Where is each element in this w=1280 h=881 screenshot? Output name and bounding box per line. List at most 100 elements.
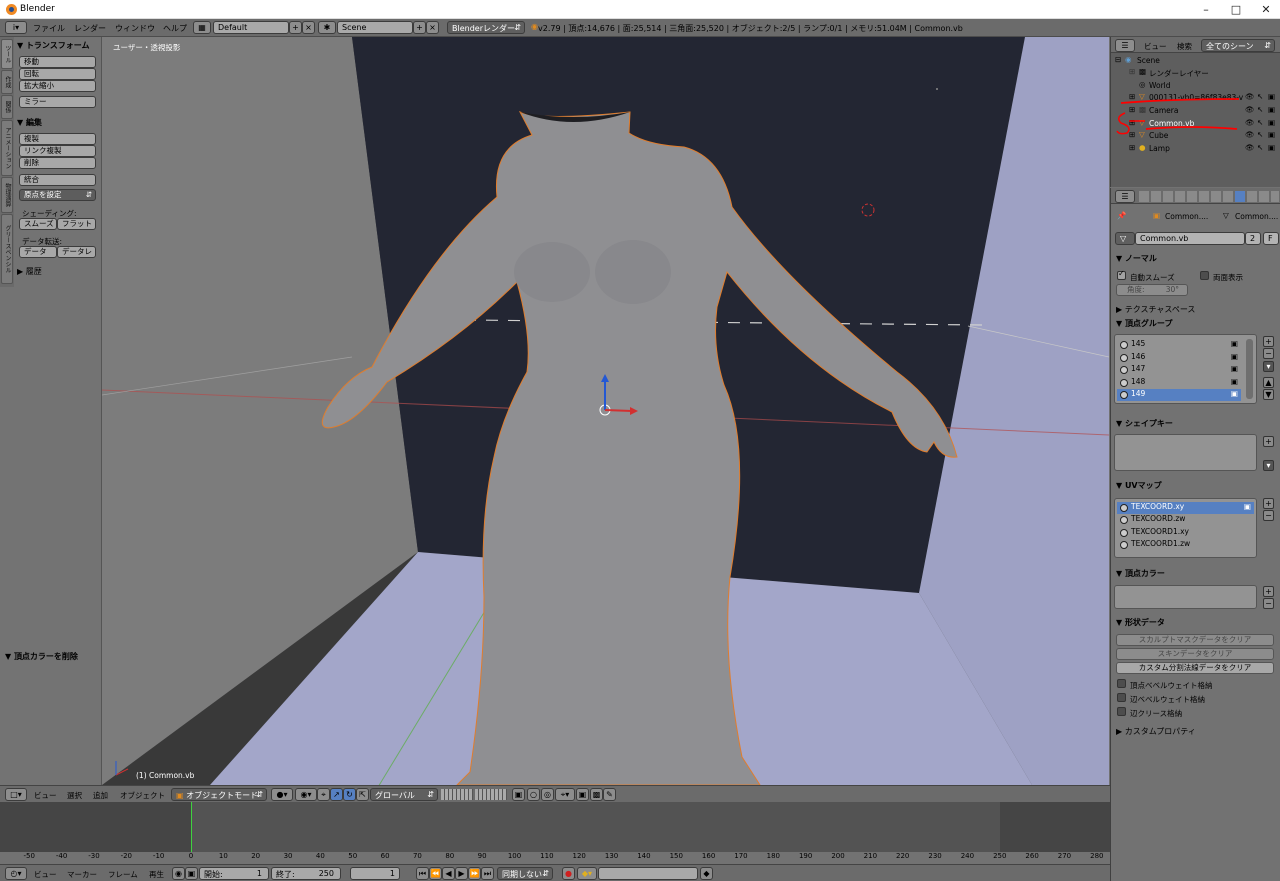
duplicate-linked-button[interactable]: リンク複製 (19, 145, 96, 157)
translate-button[interactable]: 移動 (19, 56, 96, 68)
lock-icon[interactable]: ▣ (1231, 389, 1238, 398)
menu-add[interactable]: 追加 (93, 790, 108, 801)
shape-key-specials-button[interactable]: ▾ (1263, 460, 1274, 471)
tab-grease-pencil[interactable]: グリースペンシル (1, 214, 13, 284)
outliner-row-cube[interactable]: ⊞ ▽ Cube 👁 ↖ ▣ (1111, 129, 1280, 141)
clear-skin-data-button[interactable]: スキンデータをクリア (1116, 648, 1274, 660)
render-camera-icon[interactable]: ▣ (1268, 118, 1275, 127)
screen-layout-icon[interactable]: ▦ (193, 21, 211, 34)
timeline-editor[interactable] (0, 802, 1110, 864)
properties-context-tabs[interactable] (1139, 191, 1279, 202)
lock-icon[interactable]: ▣ (1231, 339, 1238, 348)
outliner-search-menu[interactable]: 検索 (1177, 41, 1192, 52)
record-icon[interactable]: ● (562, 867, 575, 880)
outliner-row-000131[interactable]: ⊞ ▽ 000131-vb0=86f83e83-vs= 👁 ↖ ▣ (1111, 91, 1280, 103)
texture-space-panel-header[interactable]: ▶ テクスチャスペース (1116, 304, 1195, 315)
jump-end-icon[interactable]: ⏭ (481, 867, 494, 880)
tab-physics[interactable]: 物理演算 (1, 177, 13, 213)
menu-render[interactable]: レンダー (74, 23, 106, 34)
transform-panel-header[interactable]: ▼ トランスフォーム (17, 40, 90, 51)
vertex-groups-panel-header[interactable]: ▼ 頂点グループ (1116, 318, 1172, 329)
vertex-group-specials-button[interactable]: ▾ (1263, 361, 1274, 372)
clear-custom-normals-button[interactable]: カスタム分割法線データをクリア (1116, 662, 1274, 674)
outliner-view-menu[interactable]: ビュー (1144, 41, 1167, 52)
rotate-manipulator-icon[interactable]: ↻ (343, 788, 356, 801)
menu-frame[interactable]: フレーム (108, 869, 138, 880)
menu-help[interactable]: ヘルプ (163, 23, 187, 34)
viewport-shading-icon[interactable]: ●▾ (271, 788, 293, 801)
scale-manipulator-icon[interactable]: ⇱ (356, 788, 369, 801)
gizmo-x-arrow[interactable] (604, 409, 633, 412)
manipulator-toggle-icon[interactable]: ⌖ (317, 788, 330, 801)
3d-viewport[interactable]: ユーザー・透視投影 (1) Common.vb (102, 37, 1109, 785)
operator-panel-header[interactable]: ▼ 頂点カラーを削除 (5, 651, 78, 662)
properties-editor-icon[interactable]: ☰ (1115, 190, 1135, 203)
editor-type-3dview-icon[interactable]: □▾ (5, 788, 27, 801)
move-up-button[interactable]: ▲ (1263, 377, 1274, 388)
layer-buttons-1[interactable] (441, 789, 473, 800)
data-transfer-button[interactable]: データ (19, 246, 57, 258)
camera-render-icon[interactable]: ▣ (1244, 502, 1251, 511)
mesh-users-count[interactable]: 2 (1245, 232, 1261, 245)
mirror-button[interactable]: ミラー (19, 96, 96, 108)
uv-maps-panel-header[interactable]: ▼ UVマップ (1116, 480, 1162, 491)
editor-type-timeline-icon[interactable]: ◴▾ (5, 867, 27, 880)
data-layout-button[interactable]: データレ (57, 246, 96, 258)
remove-uv-map-button[interactable]: − (1263, 510, 1274, 521)
scene-field[interactable]: Scene (337, 21, 413, 34)
outliner-row-renderlayers[interactable]: ⊞ ▩ レンダーレイヤー (1111, 66, 1280, 78)
transform-orientation-select[interactable]: グローバル ⇵ (370, 788, 438, 801)
move-down-button[interactable]: ▼ (1263, 389, 1274, 400)
uv-map-item[interactable]: TEXCOORD.zw (1117, 514, 1254, 526)
translate-manipulator-icon[interactable]: ↗ (330, 788, 343, 801)
geometry-data-panel-header[interactable]: ▼ 形状データ (1116, 617, 1165, 628)
uv-map-item[interactable]: TEXCOORD1.zw (1117, 539, 1254, 551)
scene-icon[interactable]: ✱ (318, 21, 336, 34)
shade-flat-button[interactable]: フラット (57, 218, 96, 230)
sync-mode-select[interactable]: 同期しない ⇵ (497, 867, 553, 880)
visibility-eye-icon[interactable]: 👁 (1245, 105, 1255, 114)
normals-panel-header[interactable]: ▼ ノーマル (1116, 253, 1157, 264)
render-camera-icon[interactable]: ▣ (1268, 92, 1275, 101)
select-arrow-icon[interactable]: ↖ (1257, 143, 1263, 152)
minimize-button[interactable]: – (1191, 2, 1221, 17)
play-reverse-icon[interactable]: ◀ (442, 867, 455, 880)
menu-object[interactable]: オブジェクト (120, 790, 165, 801)
lock-time-icon[interactable]: ▣ (185, 867, 198, 880)
editor-type-info-icon[interactable]: i▾ (5, 21, 27, 34)
jump-keyframe-forward-icon[interactable]: ⏩ (468, 867, 481, 880)
vertex-group-item[interactable]: 147 ▣ (1117, 364, 1241, 376)
select-arrow-icon[interactable]: ↖ (1257, 105, 1263, 114)
add-scene-button[interactable]: + (413, 21, 426, 34)
render-engine-select[interactable]: Blenderレンダー ⇵ (447, 21, 525, 34)
duplicate-button[interactable]: 複製 (19, 133, 96, 145)
jump-start-icon[interactable]: ⏮ (416, 867, 429, 880)
bevel-edge-checkbox[interactable] (1117, 693, 1126, 702)
shape-key-list[interactable] (1114, 434, 1257, 471)
tab-animation[interactable]: アニメーション (1, 120, 13, 176)
snap-element-icon[interactable]: ⌖▾ (555, 788, 575, 801)
add-vertex-color-button[interactable]: + (1263, 586, 1274, 597)
opengl-anim-icon[interactable]: ▩ (590, 788, 603, 801)
add-shape-key-button[interactable]: + (1263, 436, 1274, 447)
grease-pencil-icon[interactable]: ✎ (603, 788, 616, 801)
outliner-row-lamp[interactable]: ⊞ ● Lamp 👁 ↖ ▣ (1111, 142, 1280, 154)
tab-create[interactable]: 作成 (1, 70, 13, 94)
outliner-editor-icon[interactable]: ☰ (1115, 39, 1135, 52)
add-vertex-group-button[interactable]: + (1263, 336, 1274, 347)
outliner-row-common-vb[interactable]: ⊞ ▽ Common.vb 👁 ↖ ▣ (1111, 117, 1280, 129)
visibility-eye-icon[interactable]: 👁 (1245, 130, 1255, 139)
tab-relations[interactable]: 関係 (1, 95, 13, 119)
pin-icon[interactable]: 📌 (1117, 211, 1126, 220)
insert-keyframe-icon[interactable]: ◆ (700, 867, 713, 880)
bevel-vertex-checkbox[interactable] (1117, 679, 1126, 688)
scale-button[interactable]: 拡大縮小 (19, 80, 96, 92)
menu-playback[interactable]: 再生 (149, 869, 164, 880)
jump-keyframe-back-icon[interactable]: ⏪ (429, 867, 442, 880)
menu-marker[interactable]: マーカー (67, 869, 97, 880)
tab-tools[interactable]: ツール (1, 39, 13, 69)
render-camera-icon[interactable]: ▣ (1268, 143, 1275, 152)
shade-smooth-button[interactable]: スムーズ (19, 218, 57, 230)
layer-buttons-2[interactable] (475, 789, 507, 800)
remove-layout-button[interactable]: × (302, 21, 315, 34)
